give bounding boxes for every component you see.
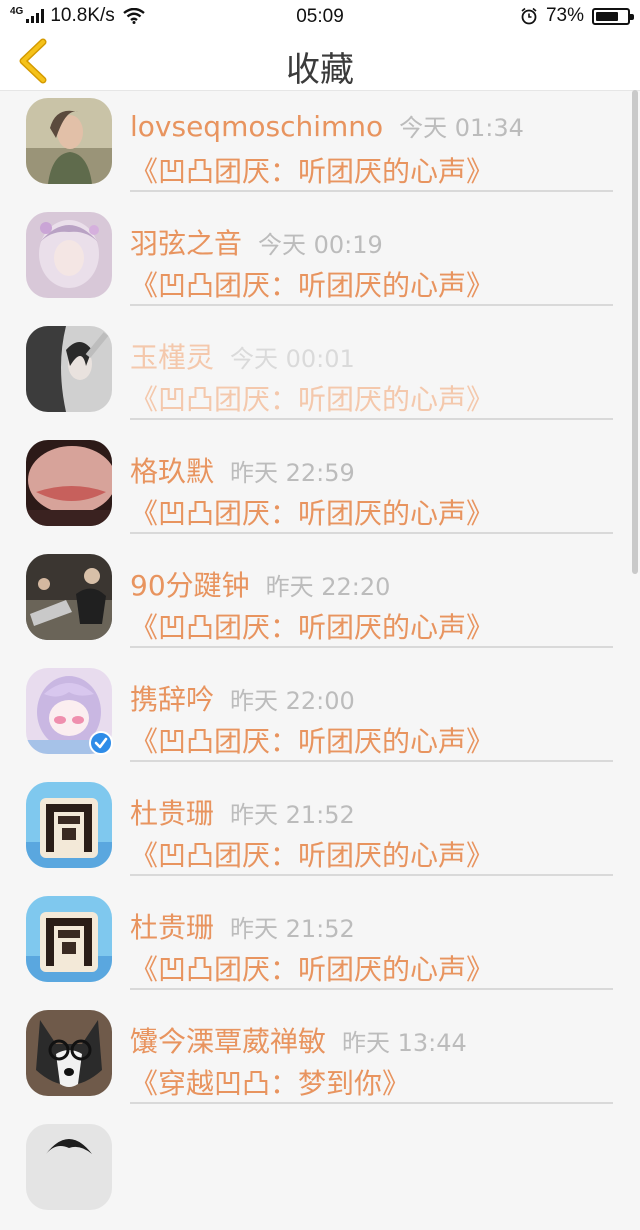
dog-avatar[interactable] — [26, 1010, 112, 1096]
timestamp: 昨天 13:44 — [342, 1029, 467, 1057]
timestamp: 昨天 22:00 — [230, 687, 355, 715]
list-item[interactable]: 格玖默 昨天 22:59 《凹凸团厌：听团厌的心声》 — [0, 432, 640, 546]
verified-badge-icon — [89, 731, 113, 755]
list-item[interactable] — [0, 1116, 640, 1230]
user-name: lovseqmoschimno — [130, 110, 384, 143]
timestamp: 昨天 21:52 — [230, 915, 355, 943]
story-title[interactable]: 《凹凸团厌：听团厌的心声》 — [130, 150, 494, 190]
divider — [130, 1102, 613, 1104]
story-title[interactable]: 《凹凸团厌：听团厌的心声》 — [130, 492, 494, 532]
anime-girl-avatar[interactable] — [26, 212, 112, 298]
divider — [130, 190, 613, 192]
list-item[interactable]: 玉槿灵 今天 00:01 《凹凸团厌：听团厌的心声》 — [0, 318, 640, 432]
user-name: 格玖默 — [130, 455, 215, 488]
timestamp: 昨天 22:59 — [230, 459, 355, 487]
portrait-avatar[interactable] — [26, 98, 112, 184]
story-title[interactable]: 《凹凸团厌：听团厌的心声》 — [130, 264, 494, 304]
favorites-list: lovseqmoschimno 今天 01:34 《凹凸团厌：听团厌的心声》 羽弦… — [0, 90, 640, 1230]
story-title[interactable]: 《凹凸团厌：听团厌的心声》 — [130, 720, 494, 760]
battery-icon — [592, 7, 634, 25]
divider — [130, 304, 613, 306]
battery-percent: 73% — [545, 5, 584, 26]
list-item[interactable]: 馕今溧覃葳禅敏 昨天 13:44 《穿越凹凸：梦到你》 — [0, 1002, 640, 1116]
story-title[interactable]: 《凹凸团厌：听团厌的心声》 — [130, 834, 494, 874]
divider — [130, 760, 613, 762]
alarm-icon — [521, 7, 537, 25]
lips-avatar[interactable] — [26, 440, 112, 526]
story-title[interactable]: 《穿越凹凸：梦到你》 — [130, 1062, 410, 1102]
story-title[interactable]: 《凹凸团厌：听团厌的心声》 — [130, 948, 494, 988]
timestamp: 今天 00:01 — [230, 345, 355, 373]
status-bar: 4G 10.8K/s 05:09 73% — [0, 0, 640, 32]
divider — [130, 418, 613, 420]
divider — [130, 532, 613, 534]
divider — [130, 874, 613, 876]
partial-avatar[interactable] — [26, 1124, 112, 1210]
character-avatar[interactable] — [26, 782, 112, 868]
divider — [130, 646, 613, 648]
timestamp: 今天 00:19 — [258, 231, 383, 259]
user-name: 90分踺钟 — [130, 569, 250, 602]
nav-header: 收藏 — [0, 32, 640, 91]
list-item[interactable]: 杜贵珊 昨天 21:52 《凹凸团厌：听团厌的心声》 — [0, 888, 640, 1002]
story-title[interactable]: 《凹凸团厌：听团厌的心声》 — [130, 606, 494, 646]
list-item[interactable]: lovseqmoschimno 今天 01:34 《凹凸团厌：听团厌的心声》 — [0, 90, 640, 204]
user-name: 杜贵珊 — [130, 911, 215, 944]
scrollbar[interactable] — [632, 90, 638, 574]
user-name: 携辞吟 — [130, 683, 215, 716]
timestamp: 昨天 22:20 — [265, 573, 391, 601]
user-name: 玉槿灵 — [130, 341, 215, 374]
list-item[interactable]: 杜贵珊 昨天 21:52 《凹凸团厌：听团厌的心声》 — [0, 774, 640, 888]
user-name: 杜贵珊 — [130, 797, 215, 830]
list-item[interactable]: 携辞吟 昨天 22:00 《凹凸团厌：听团厌的心声》 — [0, 660, 640, 774]
page-title: 收藏 — [286, 50, 354, 90]
user-name: 羽弦之音 — [130, 227, 243, 260]
list-item[interactable]: 羽弦之音 今天 00:19 《凹凸团厌：听团厌的心声》 — [0, 204, 640, 318]
timestamp: 昨天 21:52 — [230, 801, 355, 829]
timestamp: 今天 01:34 — [399, 114, 524, 142]
character-avatar[interactable] — [26, 896, 112, 982]
group-photo-avatar[interactable] — [26, 554, 112, 640]
story-title[interactable]: 《凹凸团厌：听团厌的心声》 — [130, 378, 494, 418]
photo-avatar[interactable] — [26, 326, 112, 412]
list-item[interactable]: 90分踺钟 昨天 22:20 《凹凸团厌：听团厌的心声》 — [0, 546, 640, 660]
user-name: 馕今溧覃葳禅敏 — [130, 1025, 327, 1058]
divider — [130, 988, 613, 990]
